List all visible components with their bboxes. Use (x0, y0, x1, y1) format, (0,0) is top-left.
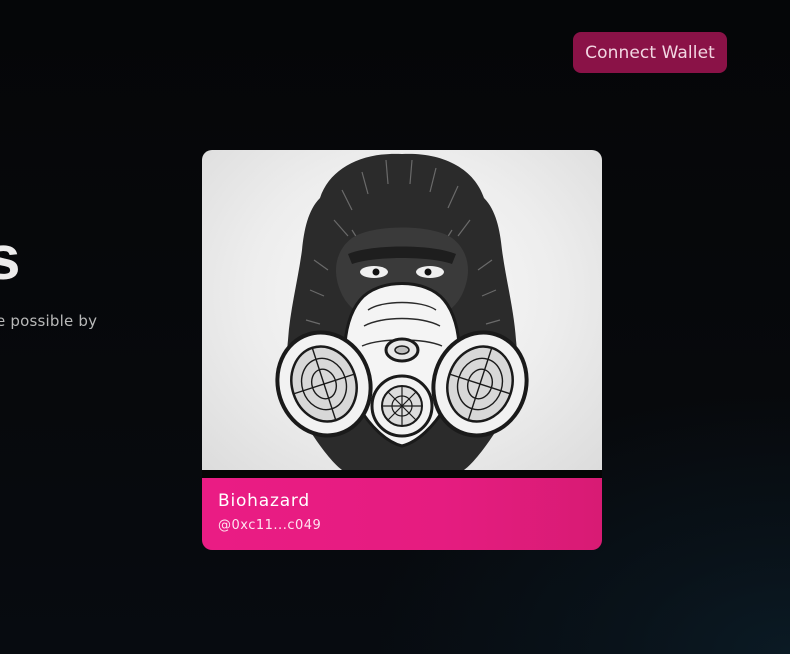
nft-owner-address[interactable]: @0xc11...c049 (218, 518, 321, 533)
nft-image[interactable] (202, 150, 602, 470)
gorilla-gas-mask-icon (275, 153, 529, 470)
nft-card-footer: Biohazard @0xc11...c049 (202, 478, 602, 550)
nft-card[interactable]: Biohazard @0xc11...c049 (202, 150, 602, 550)
hero-title: s (0, 224, 21, 293)
page: Connect Wallet s e possible by Biohazard… (0, 0, 790, 654)
nft-title[interactable]: Biohazard (218, 491, 310, 511)
connect-wallet-button[interactable]: Connect Wallet (573, 32, 727, 73)
hero-subtitle: e possible by (0, 312, 98, 330)
